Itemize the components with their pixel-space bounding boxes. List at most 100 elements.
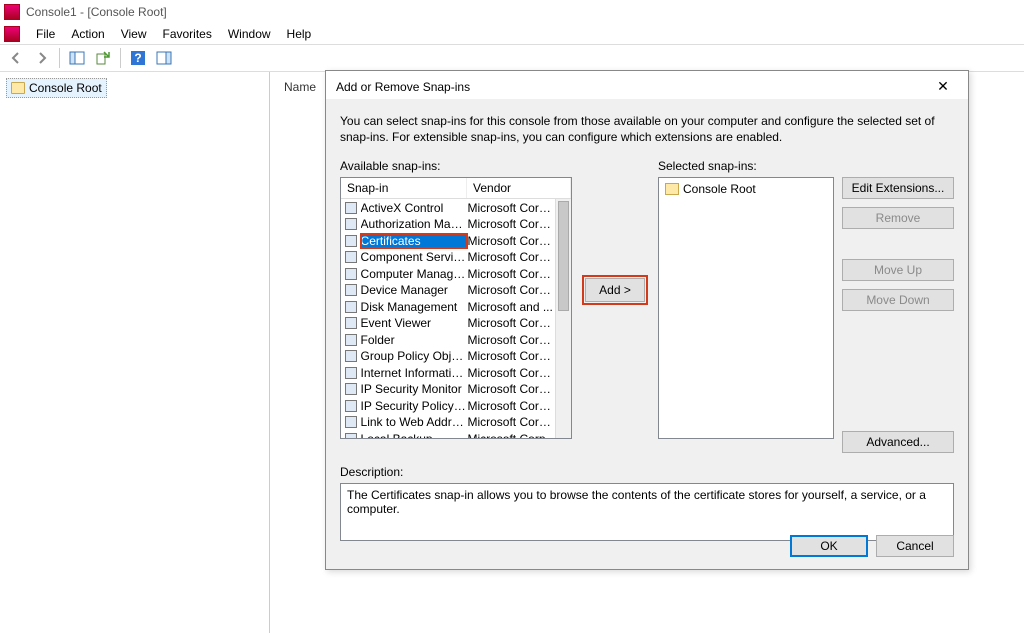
snapin-name: Component Services bbox=[361, 250, 468, 264]
selected-snapins-label: Selected snap-ins: bbox=[658, 159, 834, 173]
snapin-icon bbox=[343, 201, 359, 215]
dialog-intro-text: You can select snap-ins for this console… bbox=[340, 113, 954, 145]
help-button[interactable]: ? bbox=[126, 47, 150, 69]
snapin-icon bbox=[343, 250, 359, 264]
snapin-vendor: Microsoft Corp... bbox=[467, 234, 553, 248]
menu-window[interactable]: Window bbox=[220, 25, 279, 43]
snapin-icon bbox=[343, 316, 359, 330]
snapin-icon bbox=[343, 333, 359, 347]
snapin-icon bbox=[343, 234, 359, 248]
snapin-row[interactable]: Disk ManagementMicrosoft and ... bbox=[341, 298, 555, 315]
snapin-vendor: Microsoft Corp... bbox=[467, 366, 553, 380]
advanced-button[interactable]: Advanced... bbox=[842, 431, 954, 453]
snapin-name: Device Manager bbox=[361, 283, 468, 297]
toolbar-separator bbox=[59, 48, 60, 68]
snapin-name: ActiveX Control bbox=[361, 201, 468, 215]
ok-button[interactable]: OK bbox=[790, 535, 868, 557]
tree-node-label: Console Root bbox=[29, 81, 102, 95]
dialog-title: Add or Remove Snap-ins bbox=[336, 80, 470, 94]
snapin-vendor: Microsoft Corp... bbox=[467, 333, 553, 347]
snapin-vendor: Microsoft Corp... bbox=[467, 217, 553, 231]
forward-button[interactable] bbox=[30, 47, 54, 69]
snapin-icon bbox=[343, 267, 359, 281]
scrollbar[interactable] bbox=[555, 199, 571, 438]
cancel-button[interactable]: Cancel bbox=[876, 535, 954, 557]
description-label: Description: bbox=[340, 465, 954, 479]
snapin-row[interactable]: Local BackupMicrosoft Corp bbox=[341, 430, 555, 438]
snapin-row[interactable]: Device ManagerMicrosoft Corp... bbox=[341, 282, 555, 299]
snapin-vendor: Microsoft Corp... bbox=[467, 316, 553, 330]
snapin-row[interactable]: Link to Web AddressMicrosoft Corp... bbox=[341, 414, 555, 431]
selected-snapins-tree[interactable]: Console Root bbox=[658, 177, 834, 439]
snapin-icon bbox=[343, 366, 359, 380]
toolbar: ? bbox=[0, 44, 1024, 72]
back-button[interactable] bbox=[4, 47, 28, 69]
snapin-icon bbox=[343, 399, 359, 413]
tree-pane[interactable]: Console Root bbox=[0, 72, 270, 633]
menu-action[interactable]: Action bbox=[63, 25, 112, 43]
move-up-button[interactable]: Move Up bbox=[842, 259, 954, 281]
snapin-row[interactable]: ActiveX ControlMicrosoft Corp... bbox=[341, 199, 555, 216]
snapin-vendor: Microsoft Corp... bbox=[467, 250, 553, 264]
snapin-icon bbox=[343, 283, 359, 297]
menu-view[interactable]: View bbox=[113, 25, 155, 43]
add-button[interactable]: Add > bbox=[585, 278, 645, 302]
snapin-name: IP Security Policy Ma... bbox=[361, 399, 468, 413]
tree-node-console-root[interactable]: Console Root bbox=[6, 78, 107, 98]
snapin-name: IP Security Monitor bbox=[361, 382, 468, 396]
add-button-highlight: Add > bbox=[584, 277, 646, 303]
snapin-vendor: Microsoft Corp... bbox=[467, 382, 553, 396]
column-snapin[interactable]: Snap-in bbox=[341, 178, 467, 198]
snapin-vendor: Microsoft Corp... bbox=[467, 283, 553, 297]
snapin-name: Folder bbox=[361, 333, 468, 347]
export-button[interactable] bbox=[91, 47, 115, 69]
snapin-icon bbox=[343, 432, 359, 439]
edit-extensions-button[interactable]: Edit Extensions... bbox=[842, 177, 954, 199]
menubar: File Action View Favorites Window Help bbox=[0, 24, 1024, 44]
menu-favorites[interactable]: Favorites bbox=[155, 25, 220, 43]
remove-button[interactable]: Remove bbox=[842, 207, 954, 229]
move-down-button[interactable]: Move Down bbox=[842, 289, 954, 311]
toolbar-separator bbox=[120, 48, 121, 68]
snapin-icon bbox=[343, 415, 359, 429]
snapin-row[interactable]: Group Policy Object ...Microsoft Corp... bbox=[341, 348, 555, 365]
snapin-vendor: Microsoft Corp... bbox=[467, 201, 553, 215]
snapin-row[interactable]: IP Security Policy Ma...Microsoft Corp..… bbox=[341, 397, 555, 414]
show-hide-tree-button[interactable] bbox=[65, 47, 89, 69]
snapin-icon bbox=[343, 382, 359, 396]
snapin-row[interactable]: Computer Managem...Microsoft Corp... bbox=[341, 265, 555, 282]
snapin-name: Link to Web Address bbox=[361, 415, 468, 429]
svg-text:?: ? bbox=[134, 51, 141, 65]
snapin-name: Internet Information ... bbox=[361, 366, 468, 380]
snapin-row[interactable]: IP Security MonitorMicrosoft Corp... bbox=[341, 381, 555, 398]
snapin-row[interactable]: CertificatesMicrosoft Corp... bbox=[341, 232, 555, 249]
snapin-row[interactable]: Component ServicesMicrosoft Corp... bbox=[341, 249, 555, 266]
selected-root-label: Console Root bbox=[683, 182, 756, 196]
menu-help[interactable]: Help bbox=[279, 25, 320, 43]
app-icon-small bbox=[4, 26, 20, 42]
snapin-name: Certificates bbox=[361, 234, 468, 248]
show-hide-action-pane-button[interactable] bbox=[152, 47, 176, 69]
add-remove-snapins-dialog: Add or Remove Snap-ins ✕ You can select … bbox=[325, 70, 969, 570]
snapin-row[interactable]: Internet Information ...Microsoft Corp..… bbox=[341, 364, 555, 381]
scrollbar-thumb[interactable] bbox=[558, 201, 569, 311]
snapin-name: Local Backup bbox=[361, 432, 468, 439]
available-snapins-list[interactable]: Snap-in Vendor ActiveX ControlMicrosoft … bbox=[340, 177, 572, 439]
snapin-name: Disk Management bbox=[361, 300, 468, 314]
snapin-row[interactable]: Event ViewerMicrosoft Corp... bbox=[341, 315, 555, 332]
selected-console-root[interactable]: Console Root bbox=[665, 182, 827, 196]
snapin-vendor: Microsoft Corp... bbox=[467, 415, 553, 429]
snapin-vendor: Microsoft Corp... bbox=[467, 267, 553, 281]
close-button[interactable]: ✕ bbox=[928, 77, 958, 97]
window-title: Console1 - [Console Root] bbox=[26, 5, 167, 19]
snapin-row[interactable]: FolderMicrosoft Corp... bbox=[341, 331, 555, 348]
app-icon bbox=[4, 4, 20, 20]
snapin-vendor: Microsoft Corp bbox=[467, 432, 553, 439]
snapin-name: Authorization Manager bbox=[361, 217, 468, 231]
column-vendor[interactable]: Vendor bbox=[467, 178, 571, 198]
snapin-row[interactable]: Authorization ManagerMicrosoft Corp... bbox=[341, 216, 555, 233]
snapin-vendor: Microsoft and ... bbox=[467, 300, 553, 314]
description-text: The Certificates snap-in allows you to b… bbox=[340, 483, 954, 541]
menu-file[interactable]: File bbox=[28, 25, 63, 43]
snapin-name: Group Policy Object ... bbox=[361, 349, 468, 363]
